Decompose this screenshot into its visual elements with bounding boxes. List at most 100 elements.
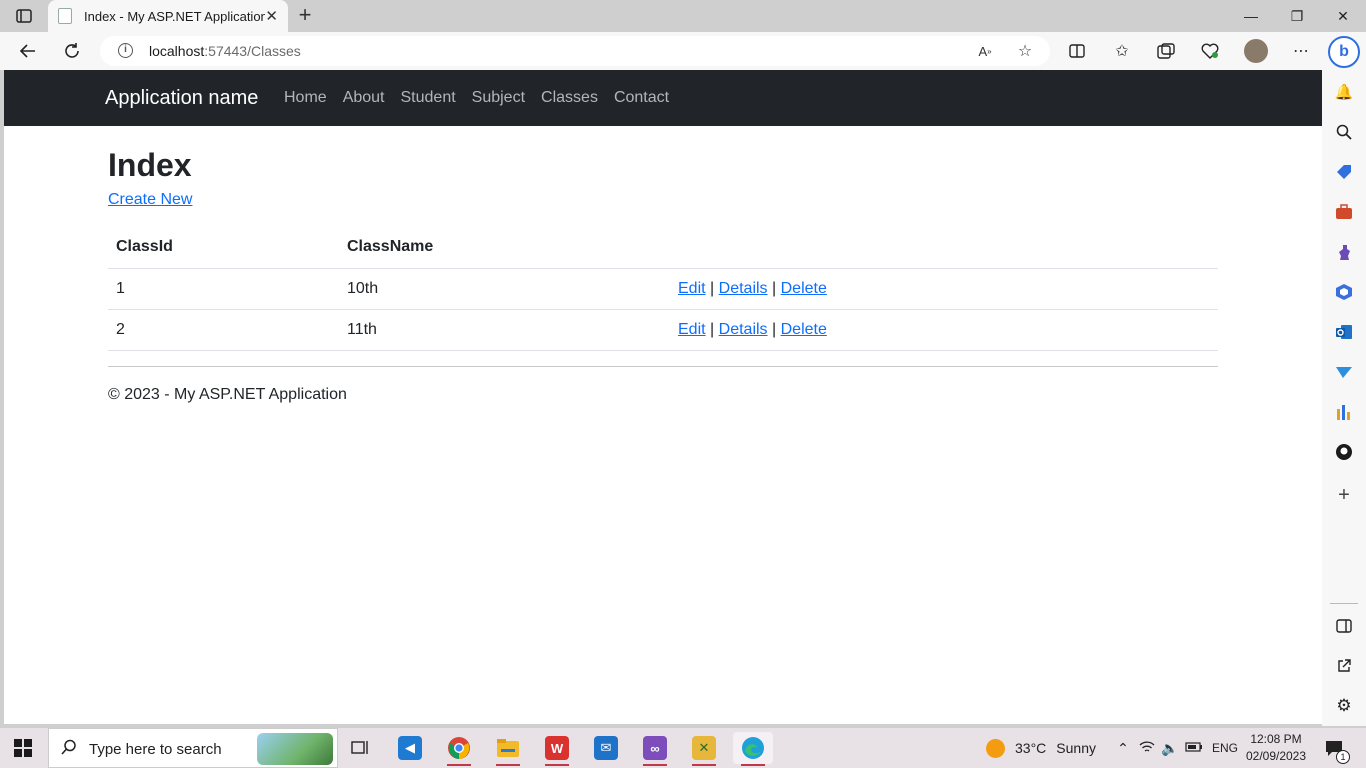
games-chess-icon[interactable] [1334, 242, 1354, 262]
back-button[interactable] [14, 38, 42, 64]
cell-classname: 11th [339, 309, 670, 351]
new-tab-button[interactable]: + [292, 4, 318, 28]
wifi-icon[interactable] [1138, 740, 1156, 757]
close-window-button[interactable]: ✕ [1320, 0, 1366, 32]
running-indicator [643, 764, 667, 766]
minimize-button[interactable]: — [1228, 0, 1274, 32]
bing-copilot-icon[interactable]: b [1328, 36, 1360, 68]
details-link[interactable]: Details [719, 280, 768, 297]
link-separator: | [772, 279, 777, 297]
notification-center-icon[interactable]: 1 [1324, 728, 1350, 768]
site-navbar: Application name Home About Student Subj… [4, 70, 1322, 126]
nav-classes[interactable]: Classes [541, 89, 598, 107]
link-separator: | [710, 279, 715, 297]
collections-icon[interactable] [1155, 41, 1177, 61]
cell-actions: Edit | Details | Delete [670, 309, 1218, 351]
dev-tools-icon[interactable]: ✕ [684, 732, 724, 766]
send-plane-icon[interactable] [1334, 362, 1354, 382]
hide-sidebar-icon[interactable] [1334, 616, 1354, 636]
task-view-icon[interactable] [340, 732, 380, 764]
taskbar-search-box[interactable]: Type here to search [48, 728, 338, 768]
github-icon[interactable] [1334, 442, 1354, 462]
url-path: :57443/Classes [204, 43, 301, 59]
windows-taskbar: Type here to search ◀ W ✉ ∞ ✕ 33°C Sunny… [0, 728, 1366, 768]
running-indicator [496, 764, 520, 766]
browser-toolbar: i localhost:57443/Classes A» ☆ ✩ ⋯ [0, 32, 1366, 70]
weather-temp: 33°C [1015, 740, 1047, 756]
table-header-row: ClassId ClassName [108, 226, 1218, 269]
search-placeholder: Type here to search [89, 741, 222, 758]
settings-more-icon[interactable]: ⋯ [1290, 41, 1312, 61]
nav-subject[interactable]: Subject [472, 89, 525, 107]
weather-widget[interactable]: 33°C Sunny [986, 728, 1096, 768]
running-indicator [741, 764, 765, 766]
tab-actions-icon[interactable] [12, 6, 36, 26]
notification-bell-icon[interactable]: 🔔 [1334, 82, 1354, 102]
volume-icon[interactable]: 🔈 [1160, 740, 1180, 757]
footer-divider [108, 366, 1218, 367]
weather-text: Sunny [1056, 740, 1096, 756]
edge-browser-icon[interactable] [733, 732, 773, 766]
nav-home[interactable]: Home [284, 89, 327, 107]
tab-close-icon[interactable]: ✕ [265, 7, 278, 25]
chevron-up-icon[interactable]: ⌃ [1114, 740, 1132, 757]
search-icon [61, 739, 77, 760]
edit-link[interactable]: Edit [678, 321, 706, 338]
edit-link[interactable]: Edit [678, 280, 706, 297]
split-screen-icon[interactable] [1066, 41, 1088, 61]
tray-icons: ⌃ 🔈 ENG [1114, 728, 1238, 768]
url-text[interactable]: localhost:57443/Classes [149, 43, 301, 59]
shopping-tag-icon[interactable] [1334, 162, 1354, 182]
cell-classname: 10th [339, 268, 670, 310]
battery-icon[interactable] [1184, 740, 1204, 756]
search-icon[interactable] [1334, 122, 1354, 142]
cell-classid: 1 [108, 268, 339, 310]
delete-link[interactable]: Delete [781, 321, 827, 338]
table-row: 1 10th Edit | Details | Delete [108, 268, 1218, 310]
header-classid: ClassId [108, 226, 339, 269]
address-bar[interactable]: i localhost:57443/Classes A» ☆ [100, 36, 1050, 66]
file-explorer-icon[interactable] [488, 732, 528, 766]
vscode-icon[interactable]: ◀ [390, 732, 430, 764]
page-favicon-icon [58, 8, 72, 24]
outlook-mail-icon[interactable]: ✉ [586, 732, 626, 764]
site-info-icon[interactable]: i [118, 43, 133, 58]
nav-about[interactable]: About [343, 89, 385, 107]
visual-studio-icon[interactable]: ∞ [635, 732, 675, 766]
outlook-icon[interactable] [1334, 322, 1354, 342]
favorites-icon[interactable]: ✩ [1111, 41, 1133, 61]
page-title: Index [108, 147, 192, 183]
brand-link[interactable]: Application name [105, 87, 258, 110]
url-host: localhost [149, 43, 205, 59]
nav-student[interactable]: Student [401, 89, 456, 107]
analytics-bars-icon[interactable] [1334, 402, 1354, 422]
wps-office-icon[interactable]: W [537, 732, 577, 766]
taskbar-clock[interactable]: 12:08 PM 02/09/2023 [1236, 731, 1316, 765]
favorite-star-icon[interactable]: ☆ [1014, 41, 1036, 61]
profile-avatar[interactable] [1244, 39, 1268, 63]
read-aloud-icon[interactable]: A» [974, 41, 996, 61]
create-new-link[interactable]: Create New [108, 191, 192, 209]
tools-briefcase-icon[interactable] [1334, 202, 1354, 222]
sun-icon [986, 738, 1005, 758]
refresh-button[interactable] [58, 38, 86, 64]
details-link[interactable]: Details [719, 321, 768, 338]
maximize-button[interactable]: ❐ [1274, 0, 1320, 32]
add-sidebar-app-icon[interactable]: + [1334, 484, 1354, 506]
microsoft-365-icon[interactable] [1334, 282, 1354, 302]
refresh-icon [65, 43, 79, 58]
browser-essentials-icon[interactable] [1199, 41, 1221, 61]
header-actions [670, 226, 1218, 269]
nav-contact[interactable]: Contact [614, 89, 669, 107]
delete-link[interactable]: Delete [781, 280, 827, 297]
language-indicator[interactable]: ENG [1212, 741, 1238, 755]
chrome-icon[interactable] [439, 732, 479, 766]
running-indicator [692, 764, 716, 766]
browser-tab-active[interactable]: Index - My ASP.NET Application ✕ [48, 0, 288, 32]
open-external-icon[interactable] [1334, 656, 1354, 676]
windows-start-icon[interactable] [14, 739, 32, 757]
cell-classid: 2 [108, 309, 339, 351]
sidebar-settings-gear-icon[interactable]: ⚙ [1334, 696, 1354, 716]
running-indicator [447, 764, 471, 766]
tab-title: Index - My ASP.NET Application [84, 8, 266, 24]
